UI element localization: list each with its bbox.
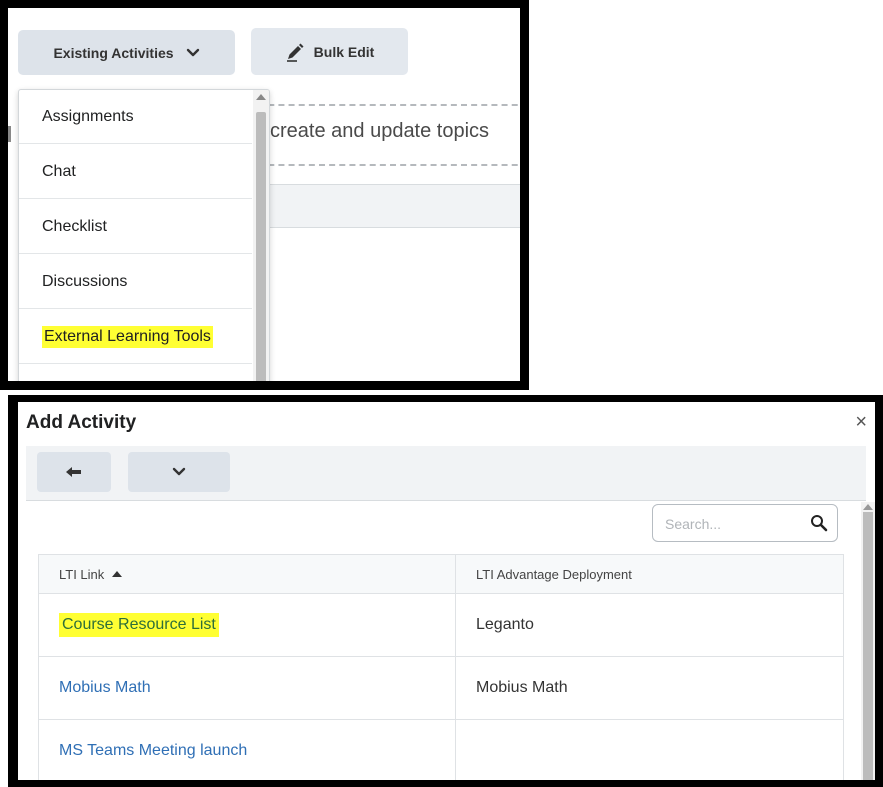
pencil-icon (286, 43, 304, 62)
activities-menu-panel: create and update topics Existing Activi… (0, 0, 529, 390)
dropdown-item-label: Chat (42, 162, 76, 180)
table-row: Course Resource List Leganto (39, 594, 843, 657)
dropdown-item-label-highlighted: External Learning Tools (42, 325, 213, 348)
table-cell-deployment: Mobius Math (456, 657, 843, 719)
chevron-down-icon (186, 48, 199, 56)
dropdown-item-external-learning-tools[interactable]: External Learning Tools (19, 310, 252, 364)
search-icon[interactable] (810, 514, 828, 532)
dialog-toolbar (26, 446, 866, 501)
options-dropdown-button[interactable] (128, 452, 230, 492)
lti-link-mobius-math[interactable]: Mobius Math (59, 679, 151, 697)
dropdown-item-assignments[interactable]: Assignments (19, 90, 252, 144)
table-row: Mobius Math Mobius Math (39, 657, 843, 720)
dialog-title: Add Activity (26, 412, 137, 433)
existing-activities-dropdown: Assignments Chat Checklist Discussions E… (18, 89, 270, 381)
chevron-down-icon (172, 467, 186, 476)
lti-link-course-resource-list[interactable]: Course Resource List (59, 613, 219, 637)
dropdown-item-checklist[interactable]: Checklist (19, 200, 252, 254)
activities-menu-content: create and update topics Existing Activi… (8, 8, 520, 381)
add-activity-dialog: Add Activity × LT (8, 395, 883, 787)
dropdown-item-label: Discussions (42, 272, 128, 290)
scroll-up-arrow-icon[interactable] (863, 504, 873, 510)
dropdown-item-label: Checklist (42, 217, 107, 235)
column-header-label: LTI Link (59, 566, 105, 582)
table-cell-link: Course Resource List (39, 594, 456, 656)
back-button[interactable] (37, 452, 111, 492)
dropdown-scrollbar[interactable] (253, 90, 269, 381)
existing-activities-label: Existing Activities (53, 44, 174, 61)
content-band (248, 184, 520, 228)
table-cell-link: MS Teams Meeting launch (39, 720, 456, 780)
drop-zone-text: create and update topics (270, 120, 490, 142)
scroll-up-arrow-icon[interactable] (256, 94, 266, 100)
column-header-label: LTI Advantage Deployment (476, 566, 632, 582)
close-icon[interactable]: × (855, 412, 867, 432)
lti-links-table: LTI Link LTI Advantage Deployment Course… (38, 554, 844, 780)
column-header-deployment: LTI Advantage Deployment (456, 555, 843, 593)
table-cell-link: Mobius Math (39, 657, 456, 719)
clipped-element (8, 126, 11, 142)
bulk-edit-label: Bulk Edit (313, 43, 375, 60)
back-arrow-icon (66, 467, 81, 477)
dropdown-item-discussions[interactable]: Discussions (19, 255, 252, 309)
column-header-lti-link[interactable]: LTI Link (39, 555, 456, 593)
add-activity-dialog-content: Add Activity × LT (18, 402, 875, 780)
dropdown-item-chat[interactable]: Chat (19, 145, 252, 199)
deployment-value: Leganto (476, 616, 534, 633)
search-input[interactable] (663, 513, 807, 535)
table-cell-deployment: Leganto (456, 594, 843, 656)
table-row: MS Teams Meeting launch (39, 720, 843, 780)
search-box[interactable] (652, 504, 838, 542)
existing-activities-button[interactable]: Existing Activities (18, 30, 235, 75)
dropdown-item-label: Assignments (42, 107, 134, 125)
lti-link-ms-teams-meeting-launch[interactable]: MS Teams Meeting launch (59, 742, 247, 760)
dropdown-scrollbar-thumb[interactable] (256, 112, 266, 381)
table-cell-deployment (456, 720, 843, 780)
bulk-edit-button[interactable]: Bulk Edit (251, 28, 408, 75)
table-header-row: LTI Link LTI Advantage Deployment (39, 554, 843, 594)
sort-ascending-icon (112, 571, 123, 577)
deployment-value: Mobius Math (476, 679, 568, 696)
dialog-scrollbar-thumb[interactable] (863, 512, 873, 780)
